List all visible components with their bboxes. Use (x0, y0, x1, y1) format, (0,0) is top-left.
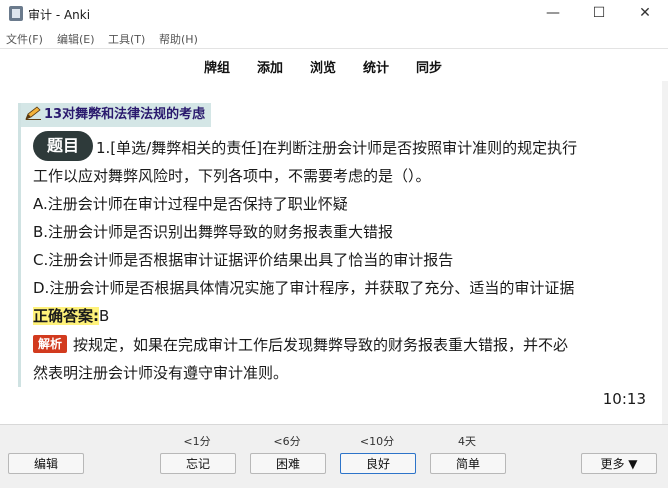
menu-edit[interactable]: 编辑(E) (57, 31, 95, 47)
menu-bar: 文件(F) 编辑(E) 工具(T) 帮助(H) (0, 28, 668, 48)
category-title: 13对舞弊和法律法规的考虑 (44, 107, 206, 122)
option-c: C.注册会计师是否根据审计证据评价结果出具了恰当的审计报告 (33, 251, 454, 269)
title-bar: 审计 - Anki — ☐ ✕ (0, 0, 668, 28)
option-b: B.注册会计师是否识别出舞弊导致的财务报表重大错报 (33, 223, 394, 241)
correct-answer-label: 正确答案: (33, 307, 99, 325)
menu-file[interactable]: 文件(F) (6, 31, 43, 47)
category-header: 13对舞弊和法律法规的考虑 (21, 103, 212, 127)
vertical-scrollbar[interactable] (662, 81, 668, 424)
more-button[interactable]: 更多 ▼ (581, 453, 657, 474)
anki-app-icon (9, 6, 23, 21)
again-button[interactable]: 忘记 (160, 453, 236, 474)
interval-easy: 4天 (458, 435, 476, 448)
review-timer: 10:13 (602, 390, 646, 408)
minimize-button[interactable]: — (530, 0, 576, 28)
toolbar-stats[interactable]: 统计 (363, 57, 389, 76)
analysis-text-line1: 按规定，如果在完成审计工作后发现舞弊导致的财务报表重大错报，并不必 (73, 336, 569, 354)
question-text-line1: 1.[单选/舞弊相关的责任]在判断注册会计师是否按照审计准则的规定执行 (96, 139, 578, 157)
answer-bar (0, 424, 668, 488)
interval-hard: <6分 (273, 435, 301, 448)
hard-button[interactable]: 困难 (250, 453, 326, 474)
question-text-line2: 工作以应对舞弊风险时，下列各项中，不需要考虑的是（）。 (33, 167, 431, 185)
question-badge: 题目 (33, 131, 93, 161)
analysis-text-line2: 然表明注册会计师没有遵守审计准则。 (33, 364, 289, 382)
correct-answer-row: 正确答案:B (33, 305, 109, 326)
option-a: A.注册会计师在审计过程中是否保持了职业怀疑 (33, 195, 348, 213)
toolbar-decks[interactable]: 牌组 (204, 57, 230, 76)
analysis-row: 解析 按规定，如果在完成审计工作后发现舞弊导致的财务报表重大错报，并不必 (33, 334, 568, 355)
analysis-tag: 解析 (33, 335, 68, 353)
toolbar-add[interactable]: 添加 (257, 57, 283, 76)
window-title: 审计 - Anki (28, 8, 91, 22)
easy-button[interactable]: 简单 (430, 453, 506, 474)
menu-help[interactable]: 帮助(H) (159, 31, 198, 47)
option-d: D.注册会计师是否根据具体情况实施了审计程序，并获取了充分、适当的审计证据 (33, 279, 575, 297)
good-button[interactable]: 良好 (340, 453, 416, 474)
maximize-button[interactable]: ☐ (576, 0, 622, 28)
interval-again: <1分 (183, 435, 211, 448)
pencil-icon (25, 106, 41, 120)
edit-button[interactable]: 编辑 (8, 453, 84, 474)
interval-good: <10分 (359, 435, 395, 448)
toolbar-sync[interactable]: 同步 (416, 57, 442, 76)
correct-answer-value: B (99, 307, 110, 325)
close-button[interactable]: ✕ (622, 0, 668, 28)
toolbar-browse[interactable]: 浏览 (310, 57, 336, 76)
menu-tools[interactable]: 工具(T) (108, 31, 145, 47)
main-toolbar: 牌组 添加 浏览 统计 同步 (0, 48, 668, 82)
